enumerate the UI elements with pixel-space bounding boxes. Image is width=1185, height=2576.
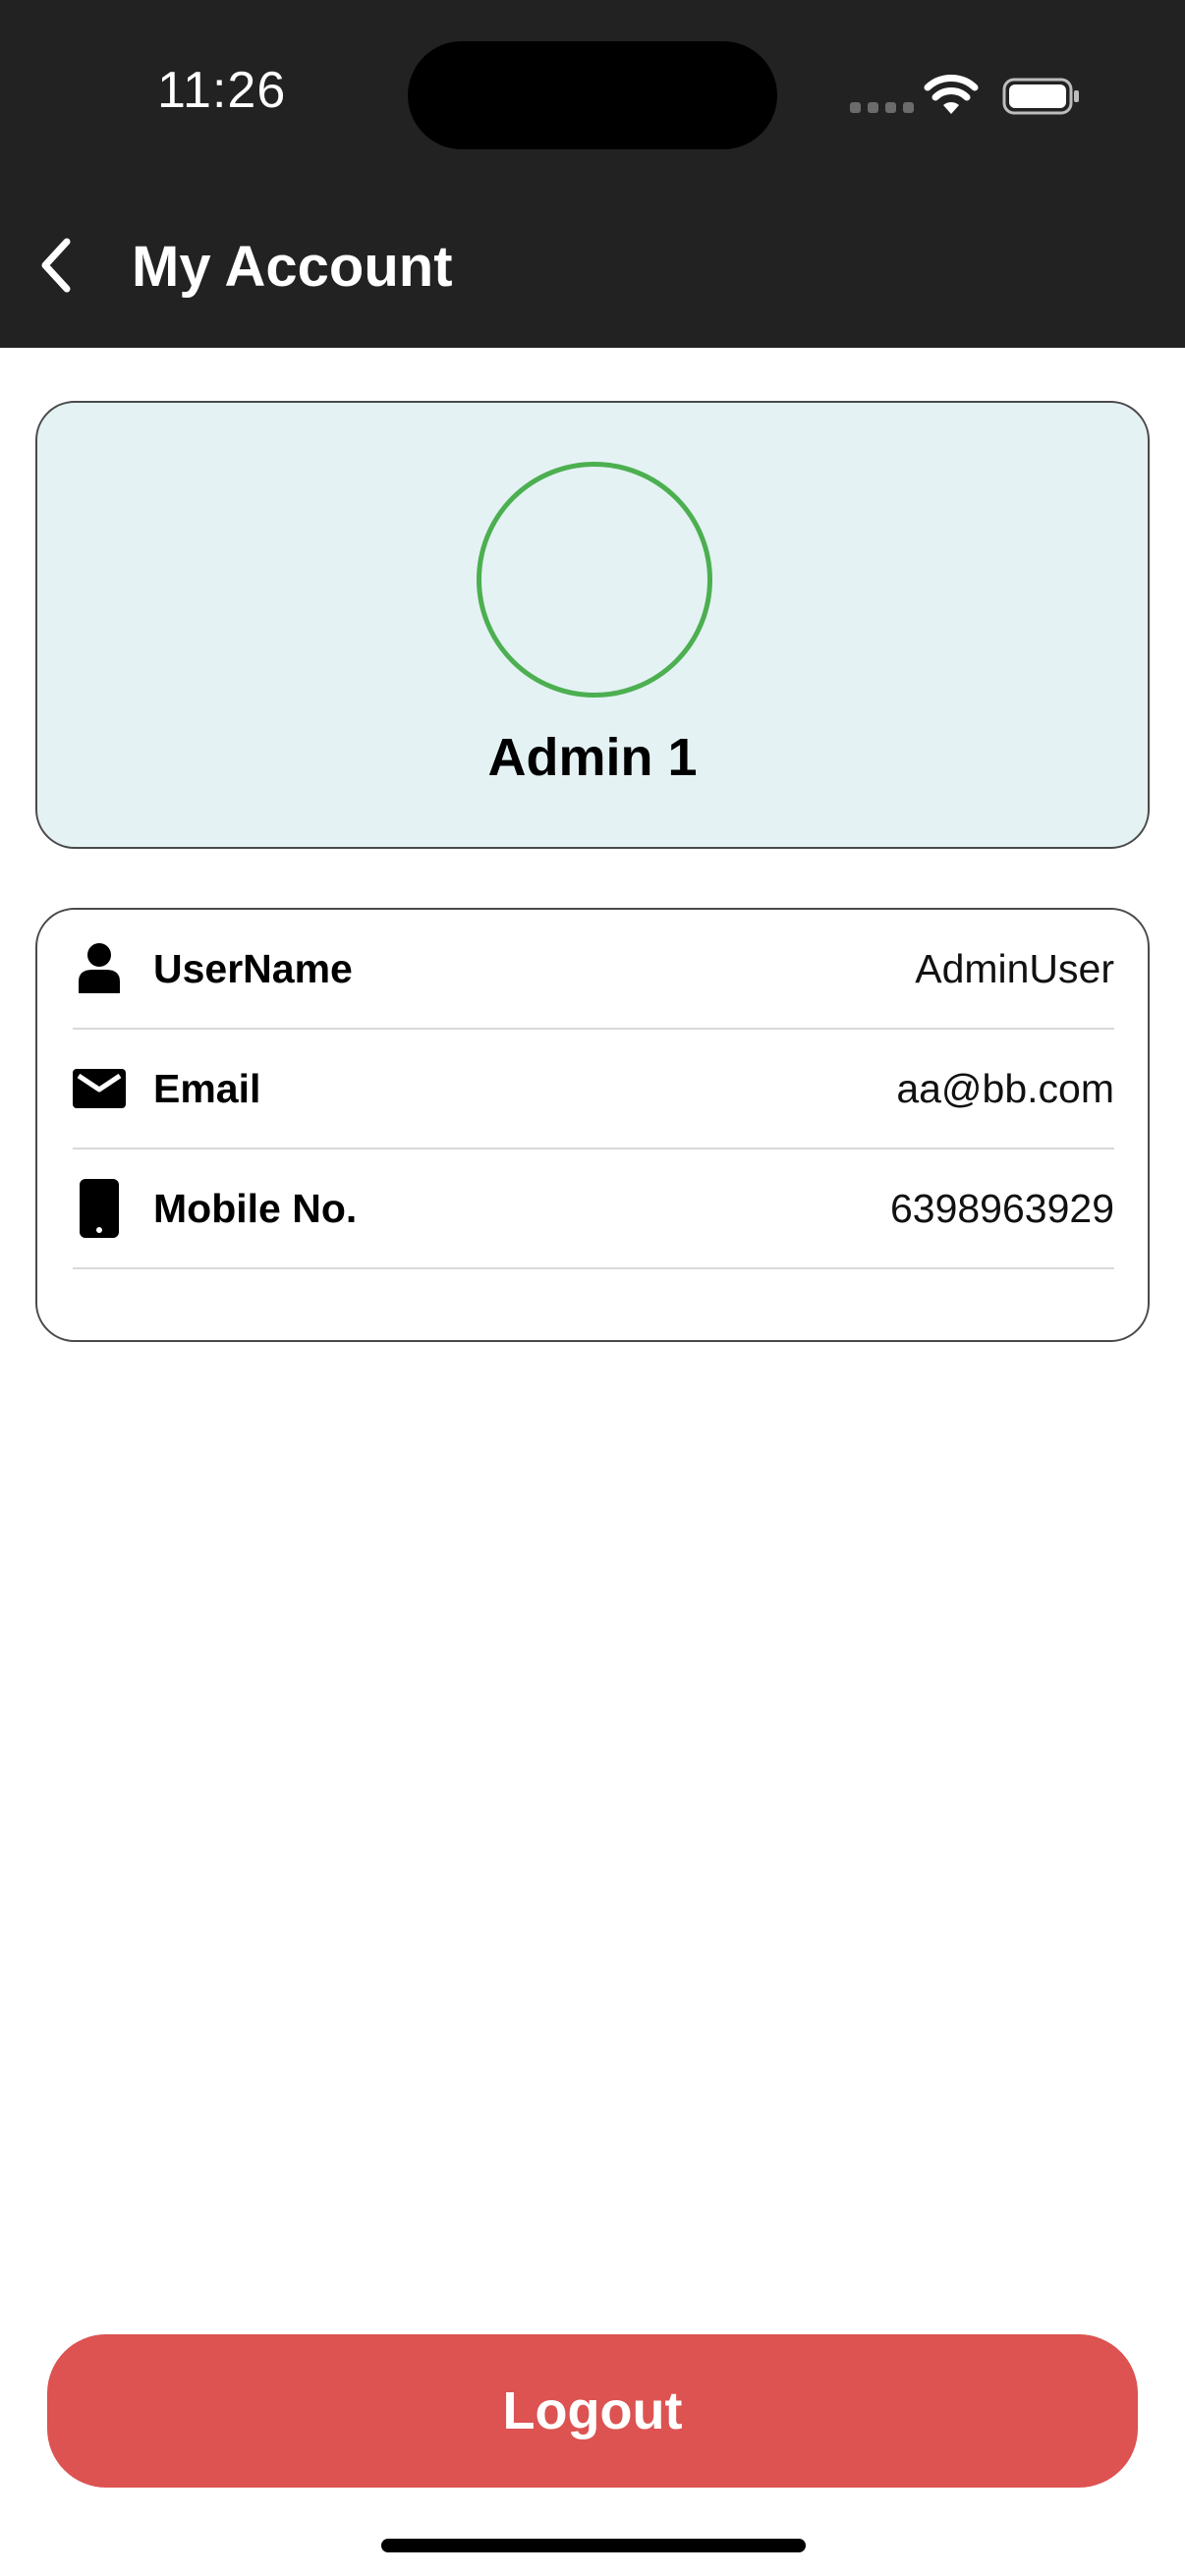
mail-icon [73, 1059, 126, 1118]
avatar [477, 462, 712, 698]
page-title: My Account [132, 235, 453, 299]
detail-row-email: Email aa@bb.com [73, 1030, 1114, 1149]
back-button[interactable] [28, 226, 86, 305]
status-time: 11:26 [157, 62, 287, 119]
detail-label: Mobile No. [153, 1185, 358, 1231]
logout-button[interactable]: Logout [47, 2334, 1138, 2488]
phone-icon [73, 1179, 126, 1238]
detail-value: AdminUser [915, 945, 1114, 991]
detail-value: 6398963929 [889, 1185, 1114, 1231]
person-icon [73, 939, 126, 998]
detail-label: Email [153, 1065, 261, 1111]
top-bar: 11:26 My Account [0, 0, 1185, 348]
wifi-icon [924, 75, 979, 114]
profile-card: Admin 1 [35, 401, 1150, 849]
detail-row-username: UserName AdminUser [73, 910, 1114, 1030]
cellular-signal-icon [850, 102, 914, 113]
home-indicator [381, 2539, 806, 2552]
account-details-card: UserName AdminUser Email aa@bb.com Mobil… [35, 908, 1150, 1342]
dynamic-island [408, 41, 777, 149]
detail-label: UserName [153, 945, 353, 991]
profile-name: Admin 1 [487, 728, 698, 787]
detail-row-mobile: Mobile No. 6398963929 [73, 1149, 1114, 1269]
chevron-left-icon [41, 238, 71, 293]
detail-value: aa@bb.com [896, 1065, 1114, 1111]
battery-icon [1002, 78, 1079, 115]
logout-label: Logout [502, 2381, 683, 2440]
